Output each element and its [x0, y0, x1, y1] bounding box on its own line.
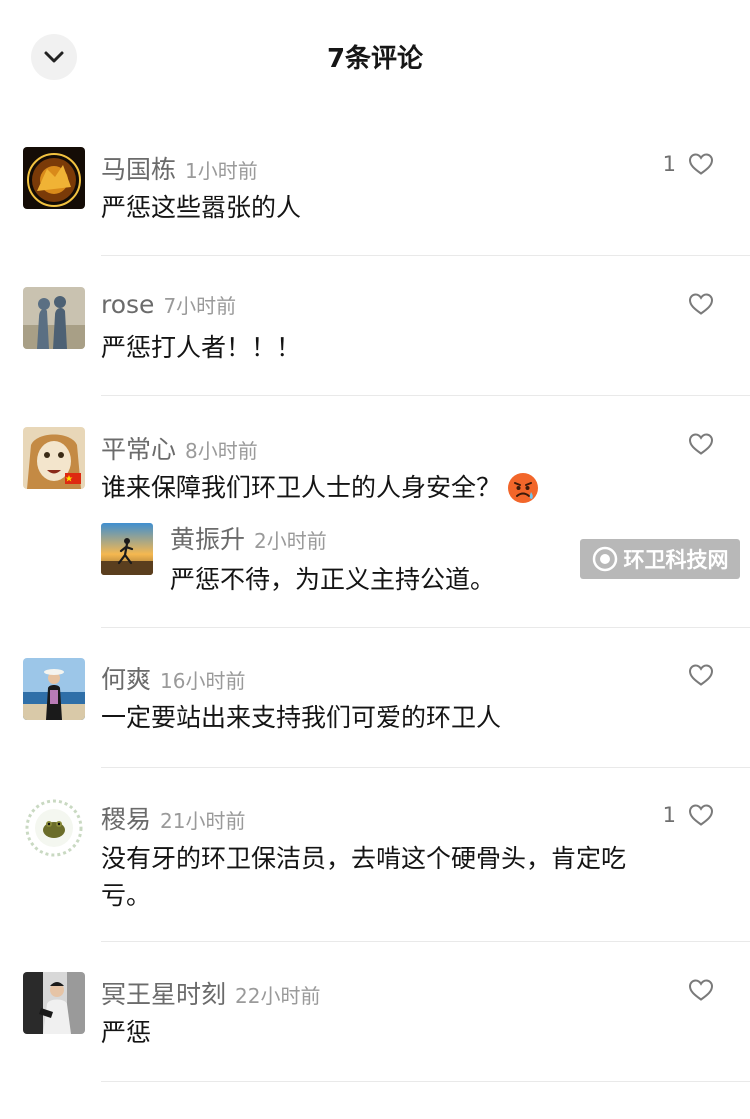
comment-text: 严惩打人者！！！: [101, 333, 302, 362]
avatar[interactable]: [23, 972, 85, 1034]
like-button[interactable]: 1: [663, 803, 714, 827]
comment-meta: 马国栋 1小时前: [101, 150, 258, 184]
username[interactable]: 马国栋: [101, 150, 176, 186]
reply-avatar[interactable]: [101, 523, 153, 575]
timestamp: 1小时前: [185, 159, 258, 183]
timestamp: 21小时前: [160, 809, 246, 833]
like-button[interactable]: 1: [663, 152, 714, 176]
comment-meta: 平常心 8小时前: [101, 430, 258, 464]
comment-text: 谁来保障我们环卫人士的人身安全？: [101, 473, 502, 502]
watermark: 环卫科技网: [580, 539, 740, 579]
like-button[interactable]: [676, 292, 714, 316]
comment-text: 没有牙的环卫保洁员，去啃这个硬骨头，肯定吃 亏。: [101, 840, 722, 914]
divider: [101, 941, 750, 942]
username[interactable]: 平常心: [101, 430, 176, 466]
reply-meta: 黄振升 2小时前: [170, 520, 327, 556]
like-count: 1: [662, 152, 676, 176]
reply-username[interactable]: 黄振升: [170, 520, 245, 556]
divider: [101, 1081, 750, 1082]
avatar[interactable]: [23, 658, 85, 720]
comment-meta: 何爽 16小时前: [101, 660, 246, 694]
avatar[interactable]: [23, 427, 85, 489]
timestamp: 16小时前: [160, 669, 246, 693]
reply-timestamp: 2小时前: [254, 529, 327, 553]
comment-meta: rose 7小时前: [101, 290, 236, 322]
username[interactable]: 何爽: [101, 660, 151, 696]
comment-meta: 冥王星时刻 22小时前: [101, 975, 321, 1009]
timestamp: 8小时前: [185, 439, 258, 463]
watermark-text: 环卫科技网: [623, 548, 729, 572]
comment-text: 严惩这些嚣张的人: [101, 193, 302, 222]
heart-icon: [688, 664, 714, 686]
avatar[interactable]: [23, 797, 85, 859]
username[interactable]: 冥王星时刻: [101, 975, 226, 1011]
watermark-logo-icon: [592, 546, 617, 572]
divider: [101, 395, 750, 396]
comment-text-line: 没有牙的环卫保洁员，去啃这个硬骨头，肯定吃: [101, 844, 627, 873]
comment-text: 一定要站出来支持我们可爱的环卫人: [101, 703, 502, 732]
comment-text-row: 谁来保障我们环卫人士的人身安全？: [101, 469, 722, 506]
angry-face-emoji-icon: [508, 472, 539, 503]
comment-text: 严惩: [101, 1018, 152, 1047]
username[interactable]: 稷易: [101, 800, 151, 836]
like-button[interactable]: [676, 663, 714, 687]
comment-meta: 稷易 21小时前: [101, 800, 246, 834]
comments-header: 7条评论: [0, 0, 750, 112]
heart-icon: [688, 433, 714, 455]
heart-icon: [688, 293, 714, 315]
divider: [101, 627, 750, 628]
like-button[interactable]: [676, 978, 714, 1002]
avatar[interactable]: [23, 287, 85, 349]
timestamp: 22小时前: [235, 984, 321, 1008]
reply-text: 严惩不待，为正义主持公道。: [170, 565, 496, 594]
like-count: 1: [662, 803, 676, 827]
timestamp: 7小时前: [163, 294, 237, 318]
comment-text-line: 亏。: [101, 881, 152, 910]
divider: [101, 767, 750, 768]
like-button[interactable]: [676, 432, 714, 456]
avatar[interactable]: [23, 147, 85, 209]
heart-icon: [688, 153, 714, 175]
comment-count-title: 7条评论: [326, 44, 424, 74]
divider: [101, 255, 750, 256]
username[interactable]: rose: [101, 290, 154, 319]
heart-icon: [688, 804, 714, 826]
heart-icon: [688, 979, 714, 1001]
